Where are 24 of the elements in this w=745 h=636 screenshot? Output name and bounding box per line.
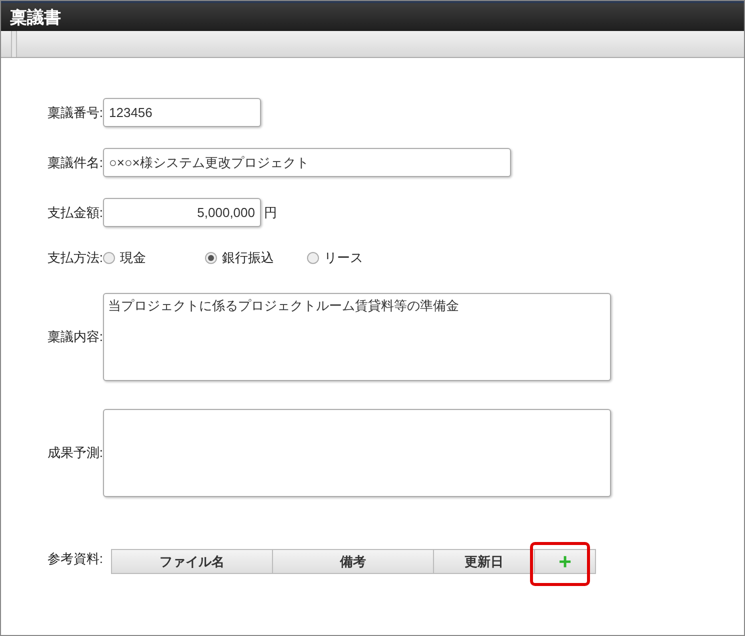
unit-label: 円 [264, 204, 277, 222]
radio-button[interactable] [307, 252, 319, 264]
option-label: リース [324, 249, 363, 268]
input-field[interactable]: 123456 [103, 98, 261, 127]
field-label: 稟議内容: [46, 328, 103, 346]
option-label: 現金 [120, 249, 146, 268]
field-label: 稟議番号: [46, 104, 103, 122]
option-label: 銀行振込 [222, 249, 274, 268]
column-header: 更新日 [434, 550, 535, 573]
field-label: 稟議件名: [46, 154, 103, 172]
field-label: 参考資料: [46, 550, 103, 568]
field-label: 成果予測: [46, 444, 103, 462]
text-area[interactable] [103, 409, 611, 497]
radio-button[interactable] [103, 252, 115, 264]
radio-button[interactable] [205, 252, 217, 264]
field-label: 支払金額: [46, 204, 103, 222]
input-field[interactable]: ○×○×様システム更改プロジェクト [103, 148, 511, 177]
column-header: ファイル名 [112, 550, 273, 573]
window-title: 稟議書 [10, 8, 61, 26]
field-label: 支払方法: [46, 249, 103, 268]
column-header: 備考 [273, 550, 434, 573]
input-field[interactable]: 5,000,000 [103, 198, 261, 227]
toolbar-grip[interactable] [11, 31, 17, 57]
text-area[interactable]: 当プロジェクトに係るプロジェクトルーム賃貸料等の準備金 [103, 293, 611, 381]
